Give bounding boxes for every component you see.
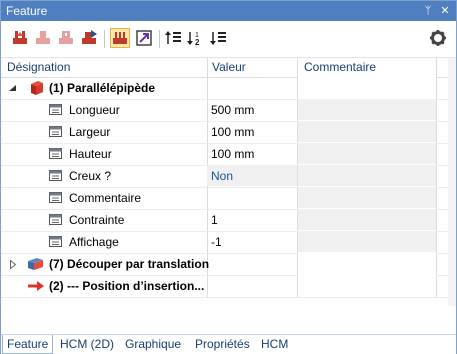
row-comment[interactable]: [298, 165, 436, 186]
row-name: Hauteur: [69, 147, 112, 161]
svg-text:2: 2: [195, 38, 200, 47]
row-value[interactable]: -1: [207, 231, 297, 252]
parameter-icon: [49, 214, 62, 225]
sort-up-icon[interactable]: [164, 28, 184, 48]
row-comment[interactable]: [298, 143, 436, 164]
row-value[interactable]: 100 mm: [207, 121, 297, 142]
row-comment[interactable]: [298, 121, 436, 142]
toolbar-separator: [104, 30, 105, 48]
row-value[interactable]: [207, 275, 297, 296]
column-header-commentaire[interactable]: Commentaire: [304, 58, 376, 77]
export-red-icon[interactable]: [10, 28, 30, 48]
export-disabled-icon[interactable]: [33, 28, 53, 48]
feature-panel: Feature ᛘ ✕ 1 2 Désignation Valeur Comme…: [0, 0, 457, 354]
close-icon[interactable]: ✕: [437, 3, 453, 19]
title-bar: Feature ᛘ ✕: [1, 1, 456, 21]
row-comment[interactable]: [298, 253, 436, 274]
table-row[interactable]: Hauteur 100 mm: [1, 143, 448, 166]
tab-graphique[interactable]: Graphique: [121, 335, 185, 354]
expand-triangle-icon[interactable]: [10, 260, 16, 269]
table-row[interactable]: (2) --- Position d’insertion...: [1, 275, 448, 298]
extrude-cut-icon: [28, 258, 43, 270]
row-value[interactable]: [207, 253, 297, 274]
table-row[interactable]: Commentaire: [1, 187, 448, 210]
gear-icon[interactable]: [428, 28, 448, 48]
parameter-icon: [49, 192, 62, 203]
row-comment[interactable]: [298, 231, 436, 252]
table-row[interactable]: (1) Parallélépipède: [1, 77, 448, 100]
row-value[interactable]: 500 mm: [207, 99, 297, 120]
column-header-valeur[interactable]: Valeur: [212, 58, 246, 77]
tab-hcm[interactable]: HCM: [257, 335, 292, 354]
parameter-icon: [49, 148, 62, 159]
toolbar: 1 2: [1, 21, 456, 58]
bottom-tabs: Feature HCM (2D) Graphique Propriétés HC…: [1, 334, 456, 354]
table-row[interactable]: (7) Découper par translation: [1, 253, 448, 276]
row-value[interactable]: Non: [207, 165, 297, 186]
sort-num-icon[interactable]: 1 2: [186, 28, 206, 48]
parameter-icon: [49, 236, 62, 247]
vertical-scrollbar[interactable]: [448, 58, 456, 306]
row-comment[interactable]: [298, 275, 436, 296]
row-name: Largeur: [69, 125, 111, 139]
row-comment[interactable]: [298, 187, 436, 208]
row-name: (1) Parallélépipède: [49, 81, 156, 95]
arrow-purple-icon[interactable]: [134, 28, 154, 48]
table-row[interactable]: Longueur 500 mm: [1, 99, 448, 122]
table-row[interactable]: Largeur 100 mm: [1, 121, 448, 144]
feature-grid: Désignation Valeur Commentaire (1) Paral…: [1, 58, 456, 308]
grid-header: Désignation Valeur Commentaire: [1, 58, 456, 78]
row-name: Affichage: [69, 235, 119, 249]
row-name: (2) --- Position d’insertion...: [49, 279, 205, 293]
row-name: (7) Découper par translation: [49, 257, 210, 271]
table-row[interactable]: Creux ? Non: [1, 165, 448, 188]
row-value[interactable]: [207, 77, 297, 98]
tab-feature[interactable]: Feature: [2, 335, 54, 354]
collapse-triangle-icon[interactable]: [9, 85, 17, 92]
table-row[interactable]: Contrainte 1: [1, 209, 448, 232]
panel-title: Feature: [6, 4, 48, 18]
row-comment[interactable]: [298, 99, 436, 120]
parameter-icon: [49, 126, 62, 137]
row-value[interactable]: 100 mm: [207, 143, 297, 164]
table-row[interactable]: Affichage -1: [1, 231, 448, 254]
row-value[interactable]: [207, 187, 297, 208]
insertion-arrow-icon: [28, 281, 44, 291]
row-value[interactable]: 1: [207, 209, 297, 230]
feature-view-icon[interactable]: [110, 28, 130, 48]
tab-proprietes[interactable]: Propriétés: [191, 335, 254, 354]
sort-down-icon[interactable]: [209, 28, 229, 48]
column-header-designation[interactable]: Désignation: [7, 58, 70, 77]
export-disabled-2-icon[interactable]: [56, 28, 76, 48]
parameter-icon: [49, 170, 62, 181]
row-name: Creux ?: [69, 169, 112, 183]
row-name: Contrainte: [69, 213, 125, 227]
row-name: Longueur: [69, 103, 120, 117]
toolbar-separator: [159, 30, 160, 48]
parameter-icon: [49, 104, 62, 115]
pin-icon[interactable]: ᛘ: [420, 3, 436, 19]
row-comment[interactable]: [298, 77, 436, 98]
cube-icon: [31, 81, 43, 95]
row-comment[interactable]: [298, 209, 436, 230]
export-arrow-icon[interactable]: [79, 28, 99, 48]
tab-hcm-2d[interactable]: HCM (2D): [56, 335, 118, 354]
row-name: Commentaire: [69, 191, 142, 205]
